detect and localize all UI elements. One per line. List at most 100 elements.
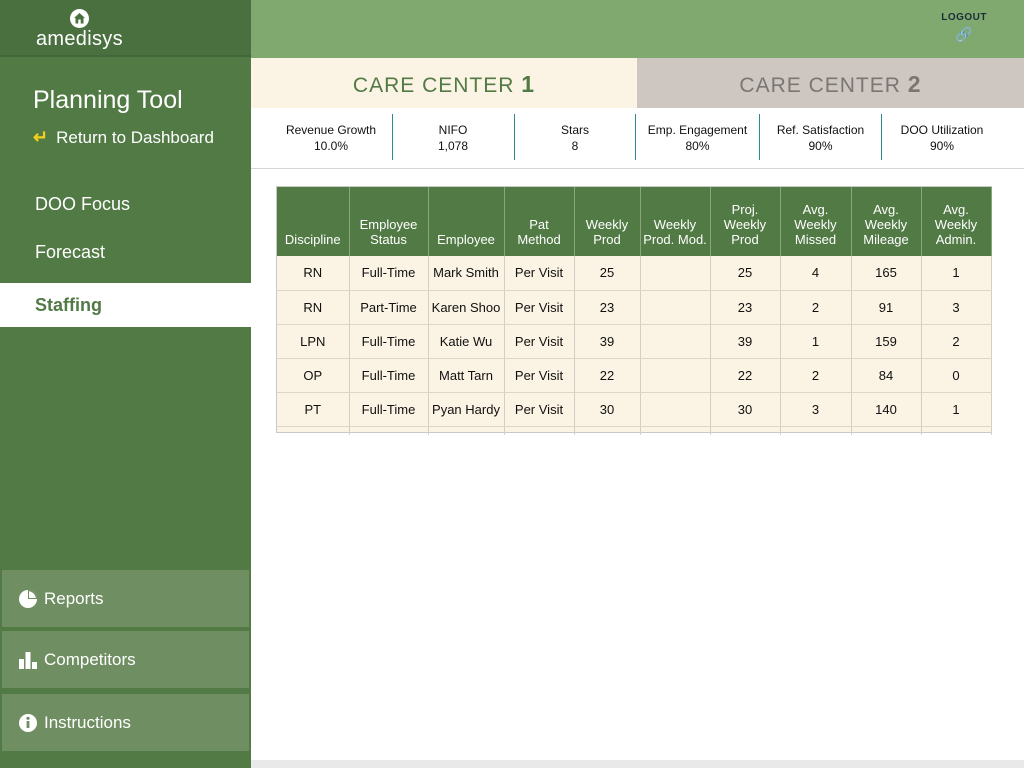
column-header: Discipline <box>277 187 350 256</box>
table-cell: Full-Time <box>349 324 429 359</box>
table-cell: LPN <box>277 324 350 359</box>
table-cell: 25 <box>710 256 781 291</box>
table-cell: Per Visit <box>504 324 575 359</box>
metric-value: 80% <box>685 139 710 153</box>
metric-label: Stars <box>560 123 589 137</box>
table-cell <box>349 426 429 435</box>
competitors-label: Competitors <box>44 649 136 669</box>
table-cell <box>921 426 992 435</box>
table-cell: 1 <box>921 256 992 291</box>
table-cell: Matt Tarn <box>428 358 505 393</box>
tab-care-center-2[interactable]: CARE CENTER 2 <box>637 58 1024 108</box>
table-filler-row <box>277 426 992 435</box>
nav-item-staffing[interactable]: Staffing <box>0 283 251 327</box>
table-cell: Full-Time <box>349 256 429 291</box>
table-cell: Karen Shoo <box>428 290 505 325</box>
metric-value: 1,078 <box>437 139 469 153</box>
table-cell: Full-Time <box>349 358 429 393</box>
instructions-button[interactable]: Instructions <box>2 694 249 751</box>
table-cell <box>640 324 711 359</box>
column-header: Avg. Weekly Missed <box>780 187 852 256</box>
column-header: Employee Status <box>349 187 429 256</box>
tab-label: CARE CENTER <box>739 74 901 97</box>
table-cell <box>780 426 852 435</box>
table-cell: 2 <box>921 324 992 359</box>
nav-item-doo-focus[interactable]: DOO Focus <box>0 182 251 226</box>
metric-nifo: NIFO 1,078 <box>393 114 513 160</box>
table-cell: 0 <box>921 358 992 393</box>
table-cell: Per Visit <box>504 290 575 325</box>
logout-label: LOGOUT <box>941 12 987 23</box>
pie-chart-icon <box>18 589 38 609</box>
tab-number: 1 <box>521 71 536 97</box>
nav-item-forecast[interactable]: Forecast <box>0 230 251 274</box>
brand-name: amedisys <box>36 28 123 50</box>
table-cell: 39 <box>710 324 781 359</box>
table-cell: 2 <box>780 358 852 393</box>
bar-chart-icon <box>18 650 38 670</box>
table-cell: Per Visit <box>504 358 575 393</box>
table-cell: 165 <box>851 256 922 291</box>
table-row: RN Full-Time Mark Smith Per Visit 25 25 4 165 1 <box>277 256 992 291</box>
table-cell: 140 <box>851 392 922 427</box>
metric-label: Ref. Satisfaction <box>776 123 865 137</box>
table-cell: PT <box>277 392 350 427</box>
competitors-button[interactable]: Competitors <box>2 631 249 688</box>
logout-button[interactable]: LOGOUT 🔗 <box>941 12 987 43</box>
table-cell: 22 <box>710 358 781 393</box>
table-cell <box>640 290 711 325</box>
table-cell: Full-Time <box>349 392 429 427</box>
instructions-label: Instructions <box>44 712 131 732</box>
metric-value: 10.0% <box>313 139 349 153</box>
table-cell: Katie Wu <box>428 324 505 359</box>
table-cell <box>640 392 711 427</box>
logo[interactable]: amedisys <box>0 0 251 57</box>
return-arrow-icon: ↵ <box>33 127 49 147</box>
table-cell <box>574 426 641 435</box>
return-to-dashboard-link[interactable]: ↵ Return to Dashboard <box>33 127 214 148</box>
table-cell: 23 <box>574 290 641 325</box>
horizontal-scrollbar[interactable] <box>251 760 1024 768</box>
app-title: Planning Tool <box>33 86 183 114</box>
table-cell <box>640 256 711 291</box>
table-cell: 25 <box>574 256 641 291</box>
link-icon: 🔗 <box>955 26 973 42</box>
table-cell: Pyan Hardy <box>428 392 505 427</box>
table-row: RN Part-Time Karen Shoo Per Visit 23 23 2 91 3 <box>277 290 992 325</box>
metric-value: 8 <box>571 139 579 153</box>
table-cell: 22 <box>574 358 641 393</box>
table-cell: 159 <box>851 324 922 359</box>
table-cell <box>428 426 505 435</box>
tab-label: CARE CENTER <box>352 74 515 97</box>
table-row: PT Full-Time Pyan Hardy Per Visit 30 30 3 140 1 <box>277 392 992 427</box>
column-header: Weekly Prod <box>574 187 641 256</box>
table-cell <box>640 426 711 435</box>
metric-emp-engagement: Emp. Engagement 80% <box>636 114 759 160</box>
table-row: LPN Full-Time Katie Wu Per Visit 39 39 1 159 2 <box>277 324 992 359</box>
column-header: Weekly Prod. Mod. <box>640 187 711 256</box>
column-header: Avg. Weekly Admin. <box>921 187 992 256</box>
table-cell <box>851 426 922 435</box>
reports-button[interactable]: Reports <box>2 570 249 627</box>
metric-value: 90% <box>929 139 955 153</box>
table-cell: 91 <box>851 290 922 325</box>
tab-number: 2 <box>907 71 922 97</box>
table-cell: 2 <box>780 290 852 325</box>
table-cell <box>710 426 781 435</box>
table-cell: 30 <box>710 392 781 427</box>
table-cell: Part-Time <box>349 290 429 325</box>
table-cell: Mark Smith <box>428 256 505 291</box>
table-cell: RN <box>277 290 350 325</box>
staffing-table: Discipline Employee Status Employee Pat Met… <box>277 187 992 435</box>
metric-ref-satisfaction: Ref. Satisfaction 90% <box>760 114 881 160</box>
table-cell: 4 <box>780 256 852 291</box>
table-cell: 1 <box>780 324 852 359</box>
metric-label: DOO Utilization <box>900 123 984 137</box>
table-cell: 23 <box>710 290 781 325</box>
table-cell: OP <box>277 358 350 393</box>
tab-care-center-1[interactable]: CARE CENTER 1 <box>251 58 637 108</box>
table-header-row: Discipline Employee Status Employee Pat Met… <box>277 187 992 256</box>
return-label: Return to Dashboard <box>56 127 214 147</box>
metric-doo-utilization: DOO Utilization 90% <box>882 114 1002 160</box>
metric-stars: Stars 8 <box>515 114 635 160</box>
